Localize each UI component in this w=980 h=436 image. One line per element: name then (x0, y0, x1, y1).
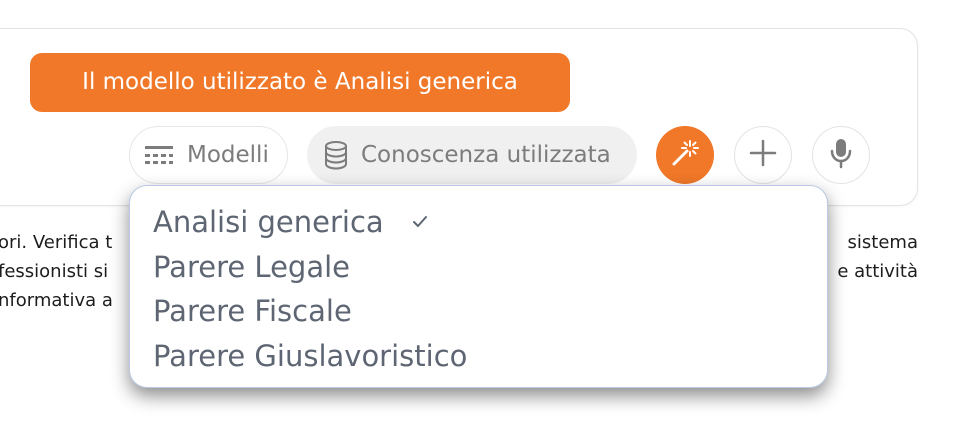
plus-icon (749, 139, 777, 171)
dropdown-item-parere-legale[interactable]: Parere Legale (130, 245, 827, 290)
chat-screen: Il modello utilizzato è Analisi generica… (0, 0, 980, 436)
paragraph-line-start: fessionisti si (0, 261, 109, 282)
dropdown-item-label: Parere Giuslavoristico (153, 338, 468, 373)
magic-wand-icon (670, 138, 700, 172)
models-dropdown: Analisi generica Parere Legale Parere Fi… (129, 185, 828, 388)
models-button[interactable]: Modelli (129, 126, 288, 184)
check-icon (412, 215, 428, 229)
microphone-button[interactable] (812, 126, 870, 184)
paragraph-line-end: e attività (837, 261, 918, 282)
dropdown-item-label: Analisi generica (153, 205, 384, 240)
dropdown-item-label: Parere Fiscale (153, 294, 352, 329)
dropdown-item-label: Parere Legale (153, 249, 350, 284)
models-button-label: Modelli (187, 142, 269, 168)
dropdown-item-parere-giuslavoristico[interactable]: Parere Giuslavoristico (130, 334, 827, 379)
knowledge-button[interactable]: Conoscenza utilizzata (307, 126, 637, 184)
database-icon (323, 140, 349, 170)
model-info-banner: Il modello utilizzato è Analisi generica (30, 53, 570, 112)
paragraph-line-end: sistema (847, 232, 918, 253)
paragraph-line-start: nformativa a (0, 290, 113, 311)
knowledge-button-label: Conoscenza utilizzata (361, 142, 611, 168)
paragraph-line-start: ori. Verifica t (0, 232, 113, 253)
dropdown-item-parere-fiscale[interactable]: Parere Fiscale (130, 289, 827, 334)
models-list-icon (145, 145, 175, 165)
dropdown-item-analisi-generica[interactable]: Analisi generica (130, 200, 827, 245)
microphone-icon (829, 137, 853, 173)
add-button[interactable] (734, 126, 792, 184)
magic-button[interactable] (656, 126, 714, 184)
